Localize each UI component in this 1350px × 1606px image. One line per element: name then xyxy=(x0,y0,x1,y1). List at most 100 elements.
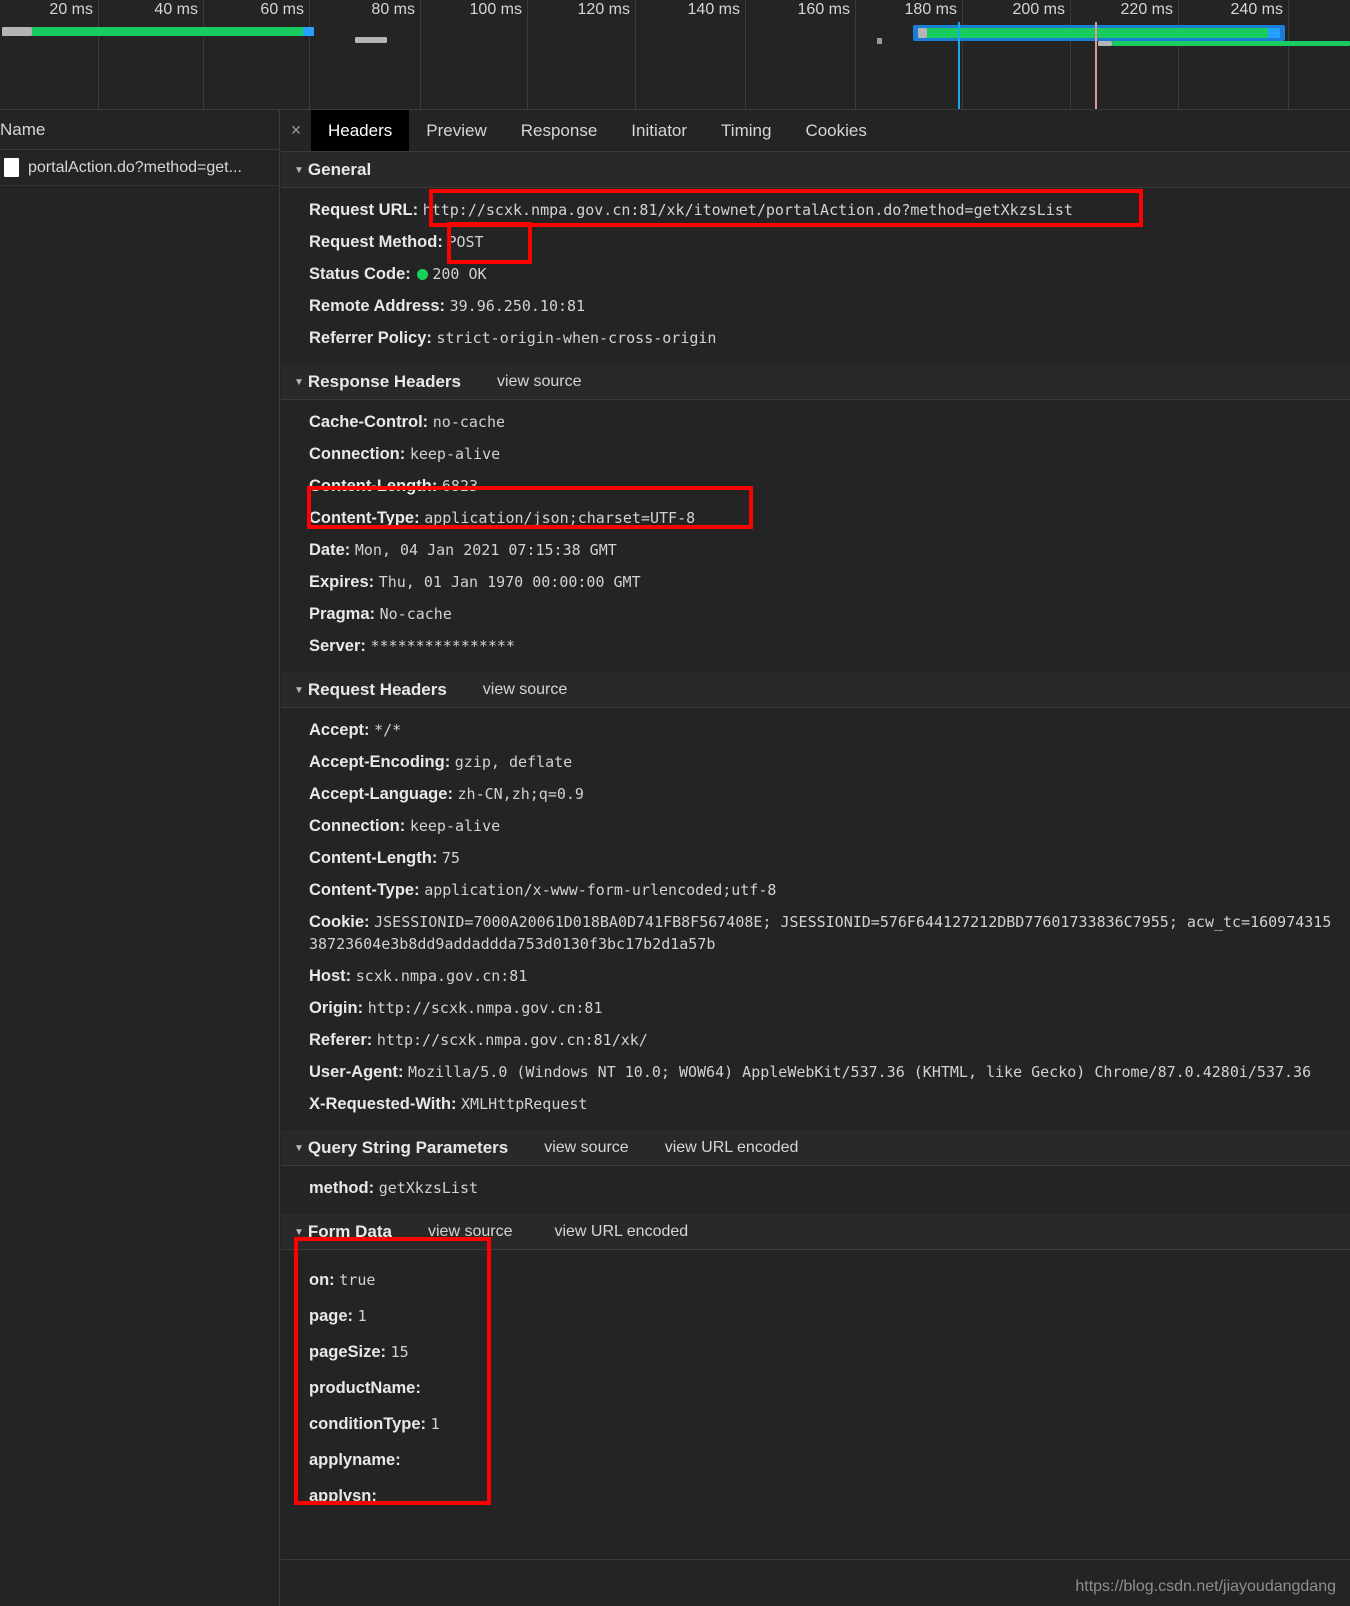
section-query-string-header[interactable]: ▼ Query String Parameters view source vi… xyxy=(281,1130,1350,1166)
response-header-row: Cache-Control: no-cache xyxy=(309,413,506,431)
section-query-string-body: method: getXkzsList xyxy=(281,1166,1350,1214)
request-header-value: application/x-www-form-urlencoded;utf-8 xyxy=(424,881,777,899)
timeline-tick-label: 200 ms xyxy=(1012,1,1065,18)
response-header-row: Content-Type: application/json;charset=U… xyxy=(309,509,696,527)
request-header-value: http://scxk.nmpa.gov.cn:81/xk/ xyxy=(376,1031,648,1049)
request-header-key: Content-Length xyxy=(309,849,432,867)
response-header-key: Connection xyxy=(309,445,400,463)
timeline-tick-row: 20 ms 40 ms 60 ms 80 ms 100 ms 120 ms 14… xyxy=(0,0,1350,109)
tab-preview[interactable]: Preview xyxy=(409,110,503,151)
general-row-remote-address: Remote Address: 39.96.250.10:81 xyxy=(309,297,586,315)
section-request-headers: ▼ Request Headers view source Accept: */… xyxy=(281,672,1350,1130)
timeline-tick-label: 160 ms xyxy=(797,1,850,18)
request-header-key: Host xyxy=(309,967,346,985)
general-key-request-method: Request Method xyxy=(309,233,438,251)
general-value-request-method: POST xyxy=(447,233,484,251)
query-view-source-link[interactable]: view source xyxy=(544,1139,628,1157)
general-key-request-url: Request URL xyxy=(309,201,413,219)
timeline-bar-small xyxy=(355,37,387,43)
timeline-bar-trailing-stalled xyxy=(1098,41,1112,46)
close-icon[interactable]: × xyxy=(281,110,311,151)
request-header-key: Cookie xyxy=(309,913,365,931)
request-header-row: Accept: */* xyxy=(309,721,402,739)
timeline-tick-label: 80 ms xyxy=(371,1,415,18)
section-request-headers-body: Accept: */* Accept-Encoding: gzip, defla… xyxy=(281,708,1350,1130)
response-header-key: Cache-Control xyxy=(309,413,423,431)
network-timeline-overview[interactable]: 20 ms 40 ms 60 ms 80 ms 100 ms 120 ms 14… xyxy=(0,0,1350,110)
tab-cookies[interactable]: Cookies xyxy=(788,110,883,151)
section-response-headers-header[interactable]: ▼ Response Headers view source xyxy=(281,364,1350,400)
request-header-key: X-Requested-With xyxy=(309,1095,451,1113)
chevron-down-icon: ▼ xyxy=(294,165,304,176)
tab-headers[interactable]: Headers xyxy=(311,110,410,151)
general-row-referrer-policy: Referrer Policy: strict-origin-when-cros… xyxy=(309,329,717,347)
request-header-value: XMLHttpRequest xyxy=(461,1095,588,1113)
general-row-status-code: Status Code: 200 OK xyxy=(309,265,487,283)
response-header-row: Date: Mon, 04 Jan 2021 07:15:38 GMT xyxy=(309,541,617,559)
query-param-value: getXkzsList xyxy=(378,1179,479,1197)
query-view-url-encoded-link[interactable]: view URL encoded xyxy=(665,1139,799,1157)
requests-column-header[interactable]: Name xyxy=(0,110,279,150)
response-header-value: application/json;charset=UTF-8 xyxy=(424,509,696,527)
section-general-title: General xyxy=(307,159,372,179)
request-header-row-cookie: Cookie: JSESSIONID=7000A20061D018BA0D741… xyxy=(309,913,1332,953)
response-header-key: Content-Type xyxy=(309,509,415,527)
request-header-key: Accept-Language xyxy=(309,785,448,803)
timeline-tick-label: 120 ms xyxy=(577,1,630,18)
timeline-tick-label: 240 ms xyxy=(1230,1,1283,18)
request-list-item[interactable]: portalAction.do?method=get... xyxy=(0,150,279,186)
form-data-row: on: true xyxy=(309,1271,376,1289)
chevron-down-icon: ▼ xyxy=(294,377,304,388)
response-header-key: Date xyxy=(309,541,345,559)
request-header-key: Accept-Encoding xyxy=(309,753,445,771)
request-header-key: Connection xyxy=(309,817,400,835)
section-general-header[interactable]: ▼ General xyxy=(281,152,1350,188)
section-request-headers-header[interactable]: ▼ Request Headers view source xyxy=(281,672,1350,708)
form-data-key: applysn xyxy=(309,1487,372,1505)
request-view-source-link[interactable]: view source xyxy=(483,681,567,699)
tab-timing[interactable]: Timing xyxy=(704,110,788,151)
response-header-key: Content-Length xyxy=(309,477,432,495)
section-general-body: Request URL: http://scxk.nmpa.gov.cn:81/… xyxy=(281,188,1350,364)
form-data-key: on xyxy=(309,1271,330,1289)
section-form-data-title: Form Data xyxy=(307,1221,392,1241)
section-form-data-header[interactable]: ▼ Form Data view source view URL encoded xyxy=(281,1214,1350,1250)
form-data-row: pageSize: 15 xyxy=(309,1343,409,1361)
form-data-row: applysn: xyxy=(309,1487,377,1505)
request-header-key: Referer xyxy=(309,1031,367,1049)
request-header-value: */* xyxy=(374,721,402,739)
form-data-row: productName: xyxy=(309,1379,421,1397)
request-header-key: User-Agent xyxy=(309,1063,398,1081)
section-query-string-parameters: ▼ Query String Parameters view source vi… xyxy=(281,1130,1350,1214)
request-header-row: Content-Type: application/x-www-form-url… xyxy=(309,881,777,899)
form-view-source-link[interactable]: view source xyxy=(428,1223,512,1241)
dom-content-loaded-marker xyxy=(958,22,960,109)
tab-initiator[interactable]: Initiator xyxy=(614,110,704,151)
request-header-row: Content-Length: 75 xyxy=(309,849,460,867)
general-row-request-url: Request URL: http://scxk.nmpa.gov.cn:81/… xyxy=(309,201,1073,219)
section-request-headers-title: Request Headers xyxy=(307,679,447,699)
response-header-row: Connection: keep-alive xyxy=(309,445,501,463)
timeline-selected-waiting xyxy=(927,28,1268,38)
general-key-remote-address: Remote Address xyxy=(309,297,440,315)
response-view-source-link[interactable]: view source xyxy=(497,373,581,391)
general-value-status-code: 200 OK xyxy=(432,265,487,283)
request-header-row: Host: scxk.nmpa.gov.cn:81 xyxy=(309,967,528,985)
request-header-row: Connection: keep-alive xyxy=(309,817,501,835)
response-header-value: Thu, 01 Jan 1970 00:00:00 GMT xyxy=(378,573,641,591)
request-header-row: Accept-Language: zh-CN,zh;q=0.9 xyxy=(309,785,584,803)
document-icon xyxy=(4,158,19,177)
chevron-down-icon: ▼ xyxy=(294,1227,304,1238)
request-detail-pane: × Headers Preview Response Initiator Tim… xyxy=(281,110,1350,1606)
general-key-referrer-policy: Referrer Policy xyxy=(309,329,427,347)
request-header-value: zh-CN,zh;q=0.9 xyxy=(457,785,584,803)
query-param-row: method: getXkzsList xyxy=(309,1179,479,1197)
chevron-down-icon: ▼ xyxy=(294,685,304,696)
tab-response[interactable]: Response xyxy=(504,110,615,151)
section-form-data: ▼ Form Data view source view URL encoded… xyxy=(281,1214,1350,1526)
form-data-key: applyname xyxy=(309,1451,396,1469)
timeline-tick-label: 20 ms xyxy=(49,1,93,18)
form-view-url-encoded-link[interactable]: view URL encoded xyxy=(554,1223,688,1241)
requests-list-panel[interactable]: Name portalAction.do?method=get... xyxy=(0,110,280,1606)
general-key-status-code: Status Code xyxy=(309,265,406,283)
